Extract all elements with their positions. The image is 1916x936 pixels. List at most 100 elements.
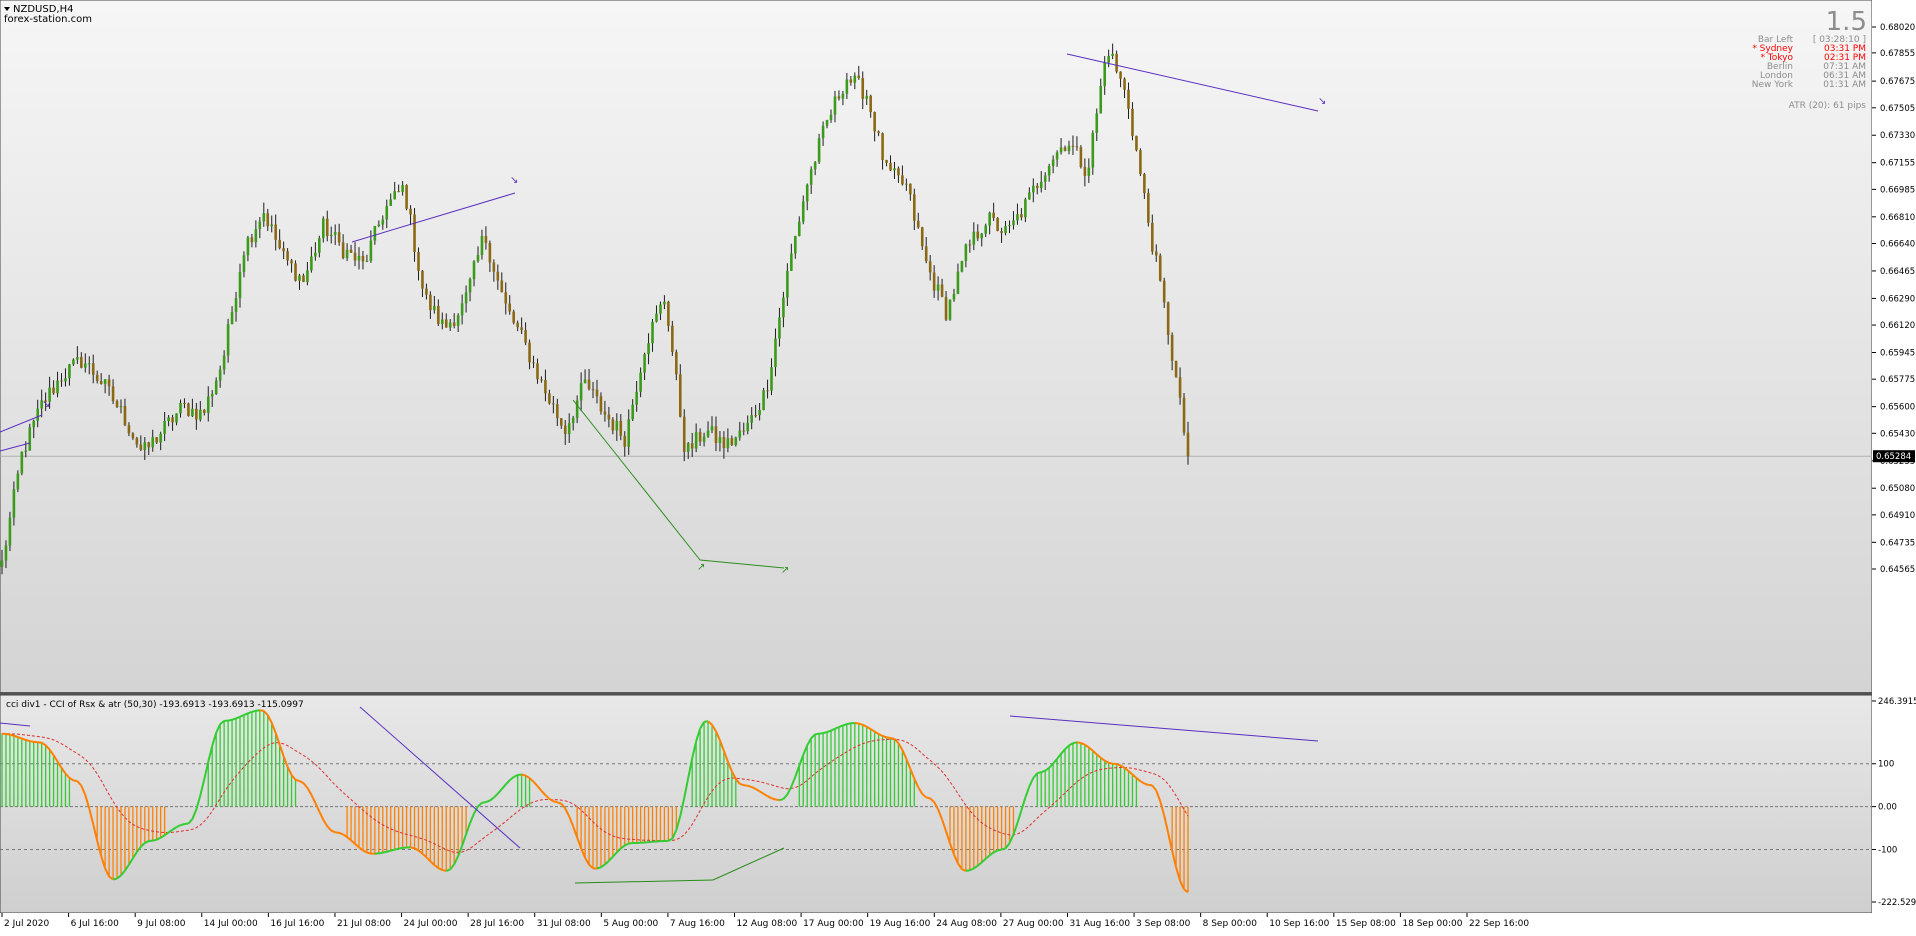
bear-candle-body bbox=[612, 419, 615, 430]
bull-candle-body bbox=[616, 421, 619, 431]
bear-candle-body bbox=[52, 388, 55, 394]
time-tick-label: 6 Jul 16:00 bbox=[71, 919, 120, 929]
bull-candle-body bbox=[738, 431, 741, 438]
price-tick-label: 0.67330 bbox=[1880, 131, 1915, 141]
bear-candle-body bbox=[493, 263, 496, 272]
bear-candle-body bbox=[425, 289, 428, 295]
bear-candle-body bbox=[1131, 109, 1134, 136]
bull-candle-body bbox=[834, 96, 837, 114]
bull-candle-body bbox=[1103, 63, 1106, 87]
bull-candle-body bbox=[9, 518, 12, 546]
bull-candle-body bbox=[627, 419, 630, 447]
bull-candle-body bbox=[1056, 152, 1059, 159]
bear-candle-body bbox=[600, 396, 603, 411]
bear-candle-body bbox=[1167, 302, 1170, 335]
bear-candle-body bbox=[1020, 214, 1023, 217]
bull-candle-body bbox=[239, 272, 242, 298]
chart-window: NZDUSD,H4 forex-station.com 1.5 Bar Left… bbox=[0, 0, 1916, 933]
bear-candle-body bbox=[282, 248, 285, 251]
price-tick-label: 0.66290 bbox=[1880, 294, 1915, 304]
cci-line-segment bbox=[232, 718, 236, 719]
bear-candle-body bbox=[560, 418, 563, 425]
bear-candle-body bbox=[409, 209, 412, 215]
bull-candle-body bbox=[988, 213, 991, 226]
bull-candle-body bbox=[651, 322, 654, 343]
price-tick-label: 0.66465 bbox=[1880, 267, 1915, 277]
cci-line-segment bbox=[557, 802, 561, 803]
bear-candle-body bbox=[969, 244, 972, 245]
bear-candle-body bbox=[723, 437, 726, 448]
price-tick-label: 0.65430 bbox=[1880, 429, 1915, 439]
bear-candle-body bbox=[992, 213, 995, 218]
bull-candle-body bbox=[568, 423, 571, 434]
bear-candle-body bbox=[1084, 167, 1087, 176]
bear-candle-body bbox=[921, 227, 924, 246]
bear-candle-body bbox=[508, 304, 511, 312]
cci-line-segment bbox=[744, 785, 748, 786]
bull-candle-body bbox=[366, 261, 369, 262]
cci-line-segment bbox=[180, 824, 184, 825]
bull-candle-body bbox=[469, 279, 472, 292]
time-tick-label: 8 Sep 00:00 bbox=[1203, 919, 1258, 929]
cci-line-segment bbox=[252, 711, 256, 712]
price-panel[interactable] bbox=[0, 0, 1872, 693]
bear-candle-body bbox=[588, 380, 591, 390]
bull-candle-body bbox=[1092, 133, 1095, 168]
bear-candle-body bbox=[437, 306, 440, 324]
cci-line-segment bbox=[26, 740, 30, 741]
bull-candle-body bbox=[330, 235, 333, 236]
bull-candle-body bbox=[179, 403, 182, 413]
bull-candle-body bbox=[631, 405, 634, 419]
bear-candle-body bbox=[901, 175, 904, 184]
indicator-tick-label: 0.00 bbox=[1878, 803, 1897, 813]
bear-candle-body bbox=[941, 284, 944, 296]
bear-candle-body bbox=[421, 271, 424, 289]
bull-candle-body bbox=[762, 390, 765, 410]
bull-candle-body bbox=[270, 225, 273, 227]
bull-candle-body bbox=[441, 319, 444, 324]
bull-candle-body bbox=[32, 421, 35, 428]
bull-candle-body bbox=[449, 323, 452, 328]
bull-candle-body bbox=[778, 317, 781, 338]
bear-candle-body bbox=[512, 312, 515, 323]
bull-candle-body bbox=[259, 221, 262, 229]
bull-candle-body bbox=[949, 299, 952, 319]
bear-candle-body bbox=[251, 237, 254, 242]
bull-candle-body bbox=[1040, 182, 1043, 188]
bull-candle-body bbox=[175, 413, 178, 422]
bear-candle-body bbox=[1123, 79, 1126, 90]
bear-candle-body bbox=[604, 411, 607, 414]
price-tick-label: 0.66640 bbox=[1880, 239, 1915, 249]
cci-line-segment bbox=[779, 799, 783, 800]
bear-candle-body bbox=[1183, 398, 1186, 433]
session-time: 01:31 AM bbox=[1823, 80, 1866, 90]
bear-candle-body bbox=[302, 275, 305, 282]
bull-candle-body bbox=[893, 168, 896, 170]
bull-candle-body bbox=[810, 169, 813, 184]
bear-candle-body bbox=[1159, 255, 1162, 280]
bull-candle-body bbox=[381, 219, 384, 224]
bull-candle-body bbox=[243, 255, 246, 272]
bear-candle-body bbox=[592, 389, 595, 390]
time-tick-label: 7 Aug 16:00 bbox=[670, 919, 725, 929]
bear-candle-body bbox=[1072, 146, 1075, 147]
bull-candle-body bbox=[358, 256, 361, 261]
bull-candle-body bbox=[830, 115, 833, 120]
bull-candle-body bbox=[584, 380, 587, 384]
cci-line-segment bbox=[248, 712, 252, 713]
bear-candle-body bbox=[532, 362, 535, 363]
bear-candle-body bbox=[516, 323, 519, 328]
divergence-arrow-icon: ↘ bbox=[42, 399, 50, 410]
bull-candle-body bbox=[1095, 113, 1098, 132]
bull-candle-body bbox=[1, 561, 4, 567]
cci-line-segment bbox=[14, 736, 18, 737]
cci-line-segment bbox=[260, 710, 264, 711]
price-tick-label: 0.64565 bbox=[1880, 565, 1915, 575]
cci-line-segment bbox=[522, 774, 526, 775]
price-tick-label: 0.65600 bbox=[1880, 403, 1915, 413]
bull-candle-body bbox=[842, 94, 845, 99]
bull-candle-body bbox=[207, 396, 210, 412]
bear-candle-body bbox=[108, 379, 111, 386]
cci-line-segment bbox=[1041, 771, 1045, 772]
cci-line-segment bbox=[18, 737, 22, 738]
